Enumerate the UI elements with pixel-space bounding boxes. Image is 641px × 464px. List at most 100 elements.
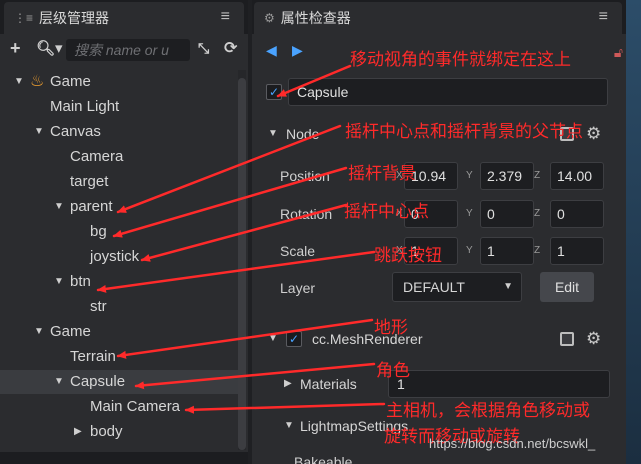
search-icon[interactable]: 🔍︎▾ (36, 39, 63, 57)
annotation-note: 移动视角的事件就绑定在这上 (350, 50, 571, 70)
collapse-arrow-icon[interactable]: ▼ (268, 325, 278, 353)
tree-node-label: Terrain (70, 348, 116, 365)
chevron-down-icon: ▼ (503, 281, 513, 292)
tree-node-joystick[interactable]: joystick (0, 245, 238, 269)
panel-menu-icon[interactable]: ≡ (599, 8, 608, 26)
scale-y-field[interactable]: 1 (480, 237, 534, 265)
rotation-label: Rotation (280, 206, 333, 222)
scene-background-peek (626, 0, 641, 464)
hierarchy-tabbar: ⋮≡ 层级管理器 ≡ (0, 0, 248, 34)
rotation-y-field[interactable]: 0 (480, 200, 534, 228)
expand-arrow-icon[interactable]: ▼ (54, 370, 64, 394)
annotation-note: 摇杆中心点 (344, 202, 429, 222)
tree-node-label: str (90, 298, 107, 315)
scale-label: Scale (280, 243, 316, 259)
tree-node-bg[interactable]: bg (0, 220, 238, 244)
gear-icon[interactable]: ⚙ (586, 120, 601, 148)
tree-node-label: Game (50, 323, 91, 340)
hierarchy-panel: ⋮≡ 层级管理器 ≡ + 🔍︎▾ 搜索 name or u ⤡ ⟳ ▼ ♨ Ga… (0, 0, 248, 464)
annotation-note: 地形 (374, 318, 408, 338)
hierarchy-bottom-strip (0, 452, 248, 464)
expand-arrow-icon[interactable]: ▼ (54, 270, 64, 294)
tree-node-main-camera[interactable]: Main Camera (0, 395, 238, 419)
collapse-arrow-icon[interactable]: ▼ (268, 120, 278, 148)
hierarchy-icon: ⋮≡ (14, 11, 34, 25)
expand-arrow-icon[interactable]: ▼ (14, 70, 24, 94)
inspector-tabbar: ⚙ 属性检查器 ≡ (252, 0, 641, 34)
axis-z-label: Z (534, 245, 541, 256)
expand-arrow-icon[interactable]: ▼ (34, 120, 44, 144)
inspector-icon: ⚙ (264, 11, 275, 25)
tree-node-label: body (90, 423, 123, 440)
tree-node-label: Canvas (50, 123, 101, 140)
expand-arrow-icon[interactable]: ▶ (284, 370, 292, 398)
lock-icon[interactable]: 🔓︎ (614, 44, 623, 61)
annotation-note: 角色 (376, 361, 410, 381)
axis-y-label: Y (466, 208, 473, 219)
tree-node-label: btn (70, 273, 91, 290)
back-arrow-icon[interactable]: ◀ (266, 42, 277, 59)
search-input[interactable]: 搜索 name or u (66, 39, 190, 61)
hierarchy-scrollbar-thumb[interactable] (238, 78, 246, 450)
inspector-tab-title: 属性检查器 (280, 10, 351, 26)
tree-node-label: Main Camera (90, 398, 181, 415)
expand-arrow-icon[interactable]: ▼ (54, 195, 64, 219)
node-name-field[interactable]: Capsule (288, 78, 608, 106)
layer-edit-button[interactable]: Edit (540, 272, 594, 302)
mesh-renderer-section-header[interactable]: ▼ ✓ cc.MeshRenderer ⚙ (252, 325, 641, 353)
tree-node-terrain[interactable]: Terrain (0, 345, 238, 369)
layer-select[interactable]: DEFAULT ▼ (392, 272, 522, 302)
tree-node-label: bg (90, 223, 107, 240)
expand-arrow-icon[interactable]: ▶ (74, 420, 82, 444)
tree-node-label: parent (70, 198, 113, 215)
tree-node-str[interactable]: str (0, 295, 238, 319)
help-book-icon[interactable] (560, 332, 574, 346)
tree-node-label: Game (50, 73, 91, 90)
materials-count-field[interactable]: 1 (388, 370, 610, 398)
position-y-field[interactable]: 2.379 (480, 162, 534, 190)
scale-z-field[interactable]: 1 (550, 237, 604, 265)
annotation-note: 跳跃按钮 (374, 246, 442, 266)
watermark: https://blog.csdn.net/bcswkl_ (429, 436, 596, 451)
axis-z-label: Z (534, 208, 541, 219)
forward-arrow-icon[interactable]: ▶ (292, 42, 303, 59)
annotation-note: 摇杆背景 (348, 164, 416, 184)
collapse-arrow-icon[interactable]: ▼ (284, 412, 294, 440)
rotation-z-field[interactable]: 0 (550, 200, 604, 228)
position-label: Position (280, 168, 330, 184)
axis-y-label: Y (466, 245, 473, 256)
tree-node-target[interactable]: target (0, 170, 238, 194)
add-node-icon[interactable]: + (10, 38, 21, 59)
refresh-icon[interactable]: ⟳ (224, 38, 237, 58)
tree-node-label: Main Light (50, 98, 120, 115)
tree-node-game-2[interactable]: ▼ Game (0, 320, 238, 344)
annotation-note: 摇杆中心点和摇杆背景的父节点 (345, 122, 583, 142)
tree-node-label: joystick (90, 248, 140, 265)
hierarchy-toolbar: + 🔍︎▾ 搜索 name or u ⤡ ⟳ (0, 34, 248, 66)
layer-select-value: DEFAULT (403, 279, 465, 295)
tree-node-label: target (70, 173, 109, 190)
fire-icon: ♨ (30, 73, 45, 90)
axis-y-label: Y (466, 170, 473, 181)
tree-node-game[interactable]: ▼ ♨ Game (0, 70, 238, 94)
tree-node-capsule[interactable]: ▼ Capsule (0, 370, 238, 394)
tree-node-main-light[interactable]: Main Light (0, 95, 238, 119)
tree-node-camera[interactable]: Camera (0, 145, 238, 169)
expand-arrow-icon[interactable]: ▼ (34, 320, 44, 344)
tree-node-body[interactable]: ▶ body (0, 420, 238, 444)
axis-z-label: Z (534, 170, 541, 181)
tree-node-btn[interactable]: ▼ btn (0, 270, 238, 294)
tab-inspector[interactable]: ⚙ 属性检查器 ≡ (254, 2, 622, 34)
mesh-renderer-enabled-checkbox[interactable]: ✓ (286, 331, 302, 347)
node-active-checkbox[interactable]: ✓ (266, 84, 282, 100)
panel-menu-icon[interactable]: ≡ (221, 8, 230, 26)
node-section-title: Node (286, 126, 320, 142)
position-z-field[interactable]: 14.00 (550, 162, 604, 190)
tree-node-canvas[interactable]: ▼ Canvas (0, 120, 238, 144)
gear-icon[interactable]: ⚙ (586, 325, 601, 353)
tree-node-parent[interactable]: ▼ parent (0, 195, 238, 219)
bakeable-label: Bakeable (294, 454, 353, 464)
layer-label: Layer (280, 280, 316, 296)
tab-hierarchy[interactable]: ⋮≡ 层级管理器 ≡ (4, 2, 244, 34)
collapse-icon[interactable]: ⤡ (198, 40, 209, 57)
